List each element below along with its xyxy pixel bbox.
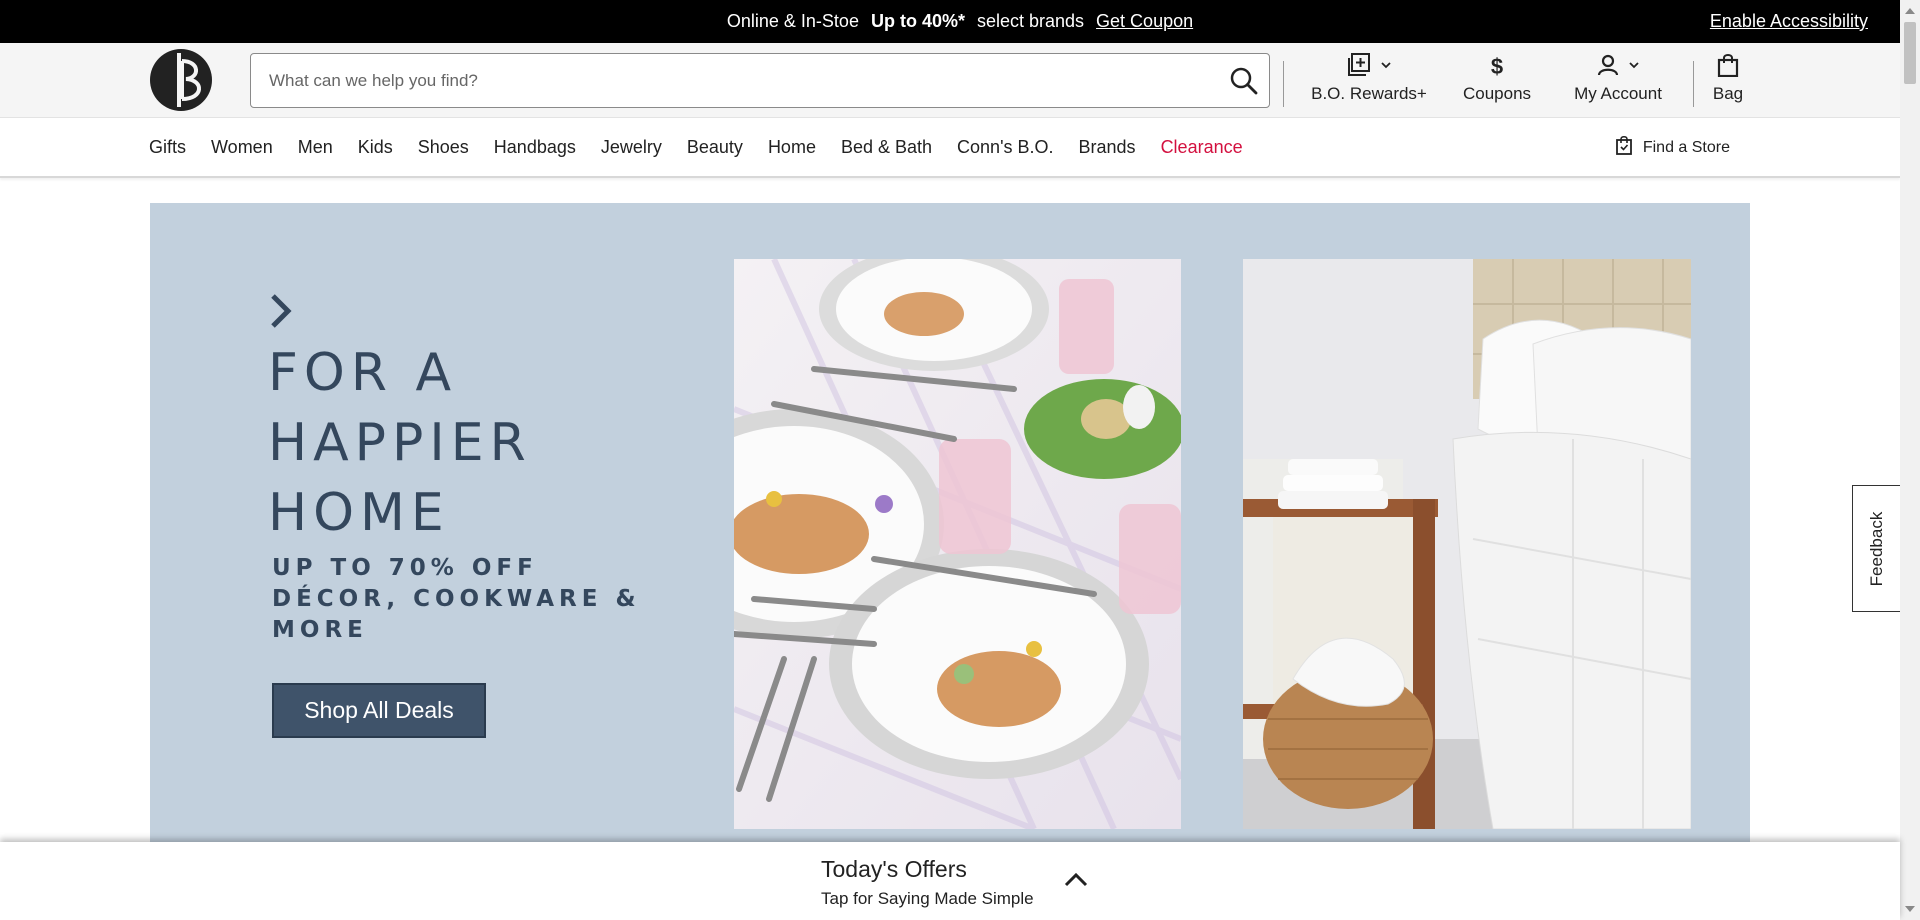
nav-item-conns[interactable]: Conn's B.O. xyxy=(957,137,1053,158)
search-box xyxy=(250,53,1270,108)
category-nav: Gifts Women Men Kids Shoes Handbags Jewe… xyxy=(0,118,1900,178)
scroll-up-arrow-icon[interactable] xyxy=(1905,8,1915,14)
store-bag-icon xyxy=(1615,135,1643,160)
nav-item-kids[interactable]: Kids xyxy=(358,137,393,158)
shop-all-deals-button[interactable]: Shop All Deals xyxy=(272,683,486,738)
coupons-link[interactable]: $ Coupons xyxy=(1461,53,1533,109)
scroll-down-arrow-icon[interactable] xyxy=(1905,906,1915,912)
enable-accessibility-link[interactable]: Enable Accessibility xyxy=(1710,11,1868,32)
bag-link[interactable]: Bag xyxy=(1709,53,1747,109)
nav-item-bed-bath[interactable]: Bed & Bath xyxy=(841,137,932,158)
page-scrollbar[interactable] xyxy=(1900,0,1920,920)
nav-item-brands[interactable]: Brands xyxy=(1079,137,1136,158)
feedback-tab[interactable]: Feedback xyxy=(1852,485,1900,612)
account-menu[interactable]: My Account xyxy=(1568,53,1668,109)
brand-logo-icon[interactable] xyxy=(148,47,214,113)
nav-item-clearance[interactable]: Clearance xyxy=(1161,137,1243,158)
nav-item-home[interactable]: Home xyxy=(768,137,816,158)
bedroom-image[interactable] xyxy=(1243,259,1691,829)
chevron-down-icon xyxy=(1380,58,1392,76)
promo-text-channel: Online & In-Stoe xyxy=(726,11,859,31)
user-icon xyxy=(1596,53,1620,82)
rewards-menu[interactable]: B.O. Rewards+ xyxy=(1311,52,1427,109)
nav-item-handbags[interactable]: Handbags xyxy=(494,137,576,158)
promo-text-brands: select brands xyxy=(976,11,1085,31)
nav-item-shoes[interactable]: Shoes xyxy=(418,137,469,158)
nav-item-women[interactable]: Women xyxy=(211,137,273,158)
dollar-icon: $ xyxy=(1490,54,1504,79)
hero-banner[interactable]: FOR A HAPPIER HOME UP TO 70% OFF DÉCOR, … xyxy=(150,203,1750,843)
nav-item-beauty[interactable]: Beauty xyxy=(687,137,743,158)
nav-item-jewelry[interactable]: Jewelry xyxy=(601,137,662,158)
hero-headline: FOR A HAPPIER HOME xyxy=(268,343,532,543)
hero-subhead: UP TO 70% OFF DÉCOR, COOKWARE & MORE xyxy=(272,555,641,643)
find-store-link[interactable]: Find a Store xyxy=(1615,135,1730,160)
header-divider xyxy=(1693,61,1694,107)
tableware-image[interactable] xyxy=(734,259,1181,829)
chevron-down-icon xyxy=(1628,58,1640,76)
coupons-label: Coupons xyxy=(1462,84,1532,103)
search-icon[interactable] xyxy=(1229,66,1259,96)
shopping-bag-icon xyxy=(1717,53,1739,82)
bag-label: Bag xyxy=(1712,84,1744,103)
nav-item-men[interactable]: Men xyxy=(298,137,333,158)
offers-subtitle: Tap for Saying Made Simple xyxy=(821,889,1034,908)
rewards-card-icon xyxy=(1346,52,1372,83)
get-coupon-link[interactable]: Get Coupon xyxy=(1096,11,1193,32)
nav-item-gifts[interactable]: Gifts xyxy=(149,137,186,158)
todays-offers-drawer[interactable]: Today's Offers Tap for Saying Made Simpl… xyxy=(0,842,1900,920)
promo-text-discount: Up to 40%* xyxy=(870,11,965,31)
chevron-up-icon[interactable] xyxy=(1063,870,1089,893)
offers-title: Today's Offers xyxy=(821,856,967,882)
scroll-thumb[interactable] xyxy=(1904,22,1916,84)
find-store-label: Find a Store xyxy=(1642,138,1730,156)
header-divider xyxy=(1283,61,1284,107)
chevron-right-icon[interactable] xyxy=(268,291,294,336)
site-header: B.O. Rewards+ $ Coupons My Account xyxy=(0,43,1900,118)
promo-bar: Online & In-Stoe Up to 40%* select brand… xyxy=(0,0,1920,43)
account-label: My Account xyxy=(1574,84,1662,103)
feedback-label: Feedback xyxy=(1866,511,1886,586)
search-input[interactable] xyxy=(269,54,1209,107)
rewards-label: B.O. Rewards+ xyxy=(1311,84,1427,103)
